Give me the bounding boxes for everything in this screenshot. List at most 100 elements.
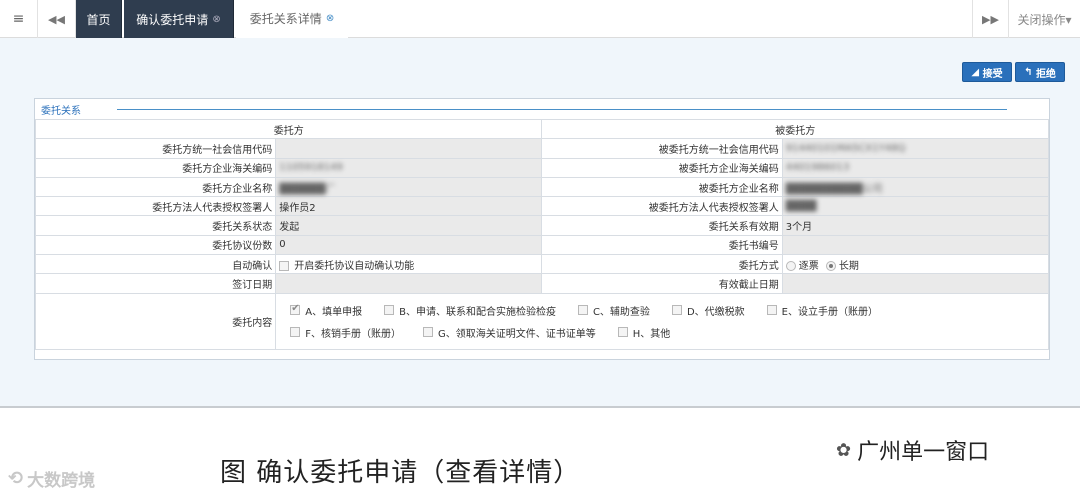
checkbox[interactable]: [617, 327, 628, 338]
panel-legend: 委托关系: [41, 106, 81, 117]
field-label: 委托关系有效期: [541, 215, 783, 236]
field-value: 91440101MA5CX1Y48Q: [785, 142, 906, 154]
option-label: G、领取海关证明文件、证书证单等: [438, 328, 596, 340]
figure-caption: 图 确认委托申请（查看详情）: [220, 458, 581, 488]
option-label: B、申请、联系和配合实施检验检疫: [399, 306, 556, 318]
scroll-right-icon[interactable]: ▶▶: [972, 0, 1008, 38]
field-label: 委托方式: [541, 254, 783, 275]
table-header-row: 委托方 被委托方: [34, 118, 1049, 140]
field-label: 委托关系状态: [34, 215, 277, 236]
table-row: 委托协议份数 0 委托书编号: [34, 234, 1050, 256]
field-label: 签订日期: [34, 273, 277, 294]
method-option-label: 逐票: [798, 260, 819, 272]
field-label: 有效截止日期: [541, 273, 783, 294]
content-option-d[interactable]: D、代缴税款: [671, 303, 745, 318]
table-row: 签订日期 有效截止日期: [34, 273, 1050, 294]
field-value: [781, 273, 1050, 294]
option-label: A、填单申报: [305, 306, 363, 318]
field-value: ██████████公司: [785, 183, 883, 195]
reject-button-label: 拒绝: [1035, 68, 1056, 80]
field-label: 委托书编号: [541, 234, 783, 256]
field-value: 0: [275, 234, 543, 256]
field-value: 1105918149: [279, 162, 343, 174]
method-radio-long-term[interactable]: [825, 260, 836, 271]
option-label: E、设立手册（账册）: [781, 306, 878, 318]
table-row: 自动确认 开启委托协议自动确认功能 委托方式 逐票 长期: [34, 254, 1050, 275]
method-radio-per-shipment[interactable]: [785, 260, 796, 271]
checkbox[interactable]: [384, 305, 395, 316]
field-value: [275, 138, 543, 159]
field-label: 被委托方企业名称: [541, 176, 783, 198]
table-row: 委托方企业海关编码 1105918149 被委托方企业海关编码 44019860…: [34, 157, 1050, 178]
checkbox[interactable]: [766, 305, 777, 316]
content-option-h[interactable]: H、其他: [617, 325, 670, 340]
accept-button[interactable]: ◢ 接受: [962, 62, 1012, 82]
delegation-table: 委托方 被委托方 委托方统一社会信用代码 被委托方统一社会信用代码 914401…: [34, 118, 1050, 350]
option-label: F、核销手册（账册）: [305, 328, 401, 340]
content-option-a[interactable]: A、填单申报: [290, 303, 362, 318]
content-options-line: A、填单申报 B、申请、联系和配合实施检验检疫 C、辅助查验 D、代缴税款 E、…: [290, 299, 1045, 321]
field-label: 委托方企业名称: [34, 176, 277, 198]
tab-confirm-label: 确认委托申请: [136, 12, 209, 27]
watermark-left: ⟲ 大数跨境: [8, 466, 95, 491]
close-icon[interactable]: ⊗: [326, 13, 334, 24]
checkbox[interactable]: [290, 327, 301, 338]
content-option-c[interactable]: C、辅助查验: [577, 303, 650, 318]
method-option-label: 长期: [838, 260, 859, 272]
field-label: 委托方统一社会信用代码: [34, 138, 277, 159]
table-row: 委托方企业名称 ██████厂 被委托方企业名称 ██████████公司: [34, 176, 1050, 198]
field-label: 被委托方统一社会信用代码: [541, 138, 783, 159]
content-option-f[interactable]: F、核销手册（账册）: [290, 325, 401, 340]
checkbox[interactable]: [671, 305, 682, 316]
scroll-left-icon[interactable]: ◀◀: [38, 0, 76, 38]
content-options-line: F、核销手册（账册） G、领取海关证明文件、证书证单等 H、其他: [290, 321, 1045, 343]
tab-home[interactable]: 首页: [76, 0, 122, 38]
brand-logo-icon: ⟲: [8, 468, 24, 489]
watermark-right-text: 广州单一窗口: [857, 440, 990, 465]
field-value: ████: [785, 200, 817, 212]
field-label: 委托协议份数: [34, 234, 277, 256]
field-label: 委托内容: [34, 292, 277, 350]
field-value: 操作员2: [275, 196, 543, 217]
tab-delegation-detail[interactable]: 委托关系详情 ⊗: [236, 0, 348, 38]
field-value: ██████厂: [279, 183, 336, 195]
tab-detail-label: 委托关系详情: [249, 11, 322, 26]
checkbox[interactable]: [290, 303, 301, 316]
option-label: C、辅助查验: [592, 306, 650, 318]
delegation-panel: 委托关系 委托方 被委托方 委托方统一社会信用代码 被委托方统一社会信用代码 9…: [34, 98, 1050, 360]
content-option-g[interactable]: G、领取海关证明文件、证书证单等: [423, 325, 596, 340]
field-value: [781, 234, 1050, 256]
table-row: 委托关系状态 发起 委托关系有效期 3个月: [34, 215, 1050, 236]
table-row: 委托内容 A、填单申报 B、申请、联系和配合实施检验检疫 C、辅助查验 D、代缴…: [34, 292, 1049, 350]
table-row: 委托方统一社会信用代码 被委托方统一社会信用代码 91440101MA5CX1Y…: [34, 138, 1050, 159]
send-icon: ◢: [971, 66, 983, 78]
field-label: 委托方企业海关编码: [34, 157, 277, 178]
table-row: 委托方法人代表授权签署人 操作员2 被委托方法人代表授权签署人 ████: [34, 196, 1050, 217]
tab-bar: ≡ ◀◀ 首页 确认委托申请 ⊗ 委托关系详情 ⊗ ▶▶ 关闭操作▾: [0, 0, 1080, 38]
menu-icon[interactable]: ≡: [0, 0, 38, 38]
option-label: D、代缴税款: [686, 306, 745, 318]
content-option-b[interactable]: B、申请、联系和配合实施检验检疫: [384, 303, 556, 318]
reject-button[interactable]: ↰ 拒绝: [1015, 62, 1065, 82]
watermark-left-text: 大数跨境: [27, 471, 96, 491]
field-label: 被委托方企业海关编码: [541, 157, 783, 178]
field-value: 4401986013: [785, 162, 850, 174]
auto-confirm-cell: 开启委托协议自动确认功能: [275, 254, 543, 275]
auto-confirm-checkbox[interactable]: [279, 260, 290, 271]
checkbox[interactable]: [577, 305, 588, 316]
watermark-right: ✿ 广州单一窗口: [836, 434, 989, 466]
content-option-e[interactable]: E、设立手册（账册）: [766, 303, 878, 318]
tab-home-label: 首页: [86, 12, 111, 27]
field-label: 委托方法人代表授权签署人: [34, 196, 277, 217]
tab-confirm-delegation[interactable]: 确认委托申请 ⊗: [124, 0, 234, 38]
legend-divider: [117, 109, 1007, 110]
accept-button-label: 接受: [982, 68, 1003, 80]
header-delegatee: 被委托方: [541, 118, 1049, 140]
wechat-icon: ✿: [836, 439, 852, 461]
field-value: [275, 273, 543, 294]
method-cell: 逐票 长期: [781, 254, 1050, 275]
auto-confirm-label: 开启委托协议自动确认功能: [294, 260, 415, 272]
close-icon[interactable]: ⊗: [212, 14, 220, 25]
close-operations-dropdown[interactable]: 关闭操作▾: [1008, 0, 1080, 38]
checkbox[interactable]: [423, 327, 433, 338]
